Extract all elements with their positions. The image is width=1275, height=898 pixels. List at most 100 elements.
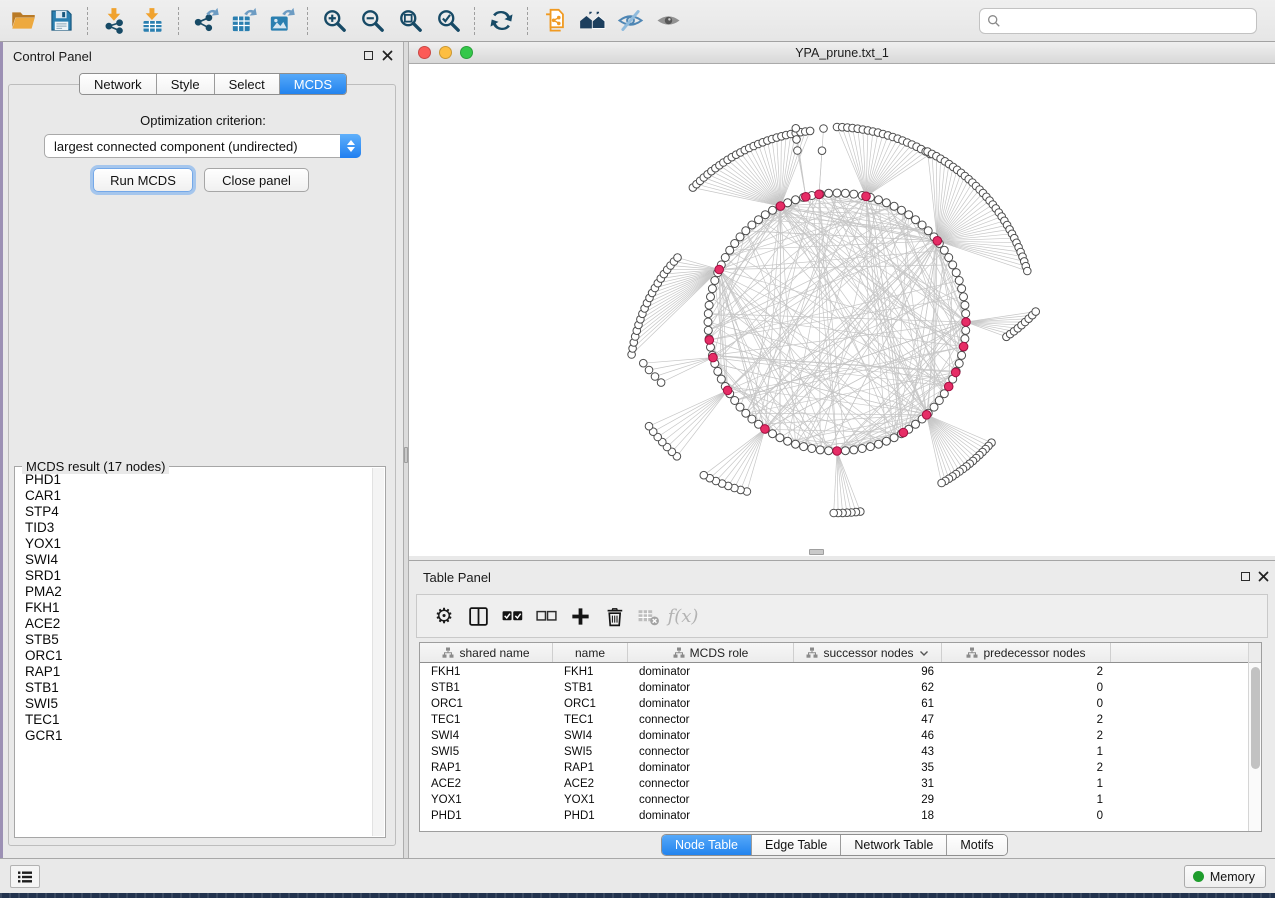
cell-MCDS-role[interactable]: dominator: [628, 760, 794, 776]
search-input[interactable]: [1006, 11, 1249, 31]
cell-name[interactable]: TEC1: [553, 712, 628, 728]
tab-style[interactable]: Style: [157, 74, 215, 94]
save-session-button[interactable]: [42, 3, 80, 39]
table-row[interactable]: ORC1ORC1dominator610: [420, 696, 1248, 712]
zoom-selected-button[interactable]: [429, 3, 467, 39]
cell-predecessor-nodes[interactable]: 1: [942, 792, 1111, 808]
network-window-titlebar[interactable]: YPA_prune.txt_1: [409, 42, 1275, 64]
table-row[interactable]: RAP1RAP1dominator352: [420, 760, 1248, 776]
cell-name[interactable]: SWI5: [553, 744, 628, 760]
cell-predecessor-nodes[interactable]: 0: [942, 680, 1111, 696]
mcds-result-item[interactable]: STB5: [16, 632, 372, 648]
zoom-in-button[interactable]: [315, 3, 353, 39]
cell-successor-nodes[interactable]: 62: [794, 680, 942, 696]
table-row[interactable]: PHD1PHD1dominator180: [420, 808, 1248, 824]
table-row[interactable]: FKH1FKH1dominator962: [420, 664, 1248, 680]
zoom-out-button[interactable]: [353, 3, 391, 39]
mcds-result-item[interactable]: SRD1: [16, 568, 372, 584]
cell-shared-name[interactable]: TEC1: [420, 712, 553, 728]
mcds-result-item[interactable]: FKH1: [16, 600, 372, 616]
column-header-name[interactable]: name: [553, 643, 628, 662]
close-table-panel-icon[interactable]: [1258, 571, 1269, 582]
column-header-MCDS-role[interactable]: MCDS role: [628, 643, 794, 662]
cell-successor-nodes[interactable]: 61: [794, 696, 942, 712]
export-image-button[interactable]: [262, 3, 300, 39]
cell-name[interactable]: ORC1: [553, 696, 628, 712]
cell-predecessor-nodes[interactable]: 0: [942, 696, 1111, 712]
mcds-result-item[interactable]: STP4: [16, 504, 372, 520]
mcds-result-item[interactable]: PHD1: [16, 472, 372, 488]
column-header-shared-name[interactable]: shared name: [420, 643, 553, 662]
cell-predecessor-nodes[interactable]: 2: [942, 760, 1111, 776]
cell-MCDS-role[interactable]: connector: [628, 744, 794, 760]
cell-predecessor-nodes[interactable]: 0: [942, 808, 1111, 824]
cell-successor-nodes[interactable]: 43: [794, 744, 942, 760]
close-panel-button[interactable]: Close panel: [204, 168, 309, 192]
table-row[interactable]: ACE2ACE2connector311: [420, 776, 1248, 792]
mcds-result-item[interactable]: GCR1: [16, 728, 372, 744]
cell-predecessor-nodes[interactable]: 2: [942, 712, 1111, 728]
mcds-result-item[interactable]: YOX1: [16, 536, 372, 552]
cell-shared-name[interactable]: STB1: [420, 680, 553, 696]
share-network-document-button[interactable]: [535, 3, 573, 39]
cell-successor-nodes[interactable]: 35: [794, 760, 942, 776]
tab-network-table[interactable]: Network Table: [841, 835, 947, 855]
horizontal-splitter-handle[interactable]: [809, 549, 824, 555]
open-file-button[interactable]: [4, 3, 42, 39]
mcds-result-item[interactable]: ACE2: [16, 616, 372, 632]
criterion-select[interactable]: largest connected component (undirected): [44, 134, 361, 158]
mcds-result-item[interactable]: CAR1: [16, 488, 372, 504]
column-header-predecessor-nodes[interactable]: predecessor nodes: [942, 643, 1111, 662]
tab-motifs[interactable]: Motifs: [947, 835, 1006, 855]
cell-successor-nodes[interactable]: 47: [794, 712, 942, 728]
cell-name[interactable]: YOX1: [553, 792, 628, 808]
cell-successor-nodes[interactable]: 46: [794, 728, 942, 744]
cell-predecessor-nodes[interactable]: 2: [942, 728, 1111, 744]
cell-name[interactable]: STB1: [553, 680, 628, 696]
tab-node-table[interactable]: Node Table: [662, 835, 752, 855]
network-overview-button[interactable]: [573, 3, 611, 39]
refresh-view-button[interactable]: [482, 3, 520, 39]
tab-select[interactable]: Select: [215, 74, 280, 94]
export-network-button[interactable]: [186, 3, 224, 39]
unselect-all-checkboxes-button[interactable]: [529, 599, 563, 633]
cell-MCDS-role[interactable]: dominator: [628, 664, 794, 680]
table-row[interactable]: STB1STB1dominator620: [420, 680, 1248, 696]
cell-successor-nodes[interactable]: 31: [794, 776, 942, 792]
cell-MCDS-role[interactable]: dominator: [628, 728, 794, 744]
table-settings-gear-button[interactable]: ⚙: [427, 599, 461, 633]
close-panel-icon[interactable]: [382, 50, 393, 61]
cell-name[interactable]: RAP1: [553, 760, 628, 776]
float-table-panel-icon[interactable]: [1241, 572, 1250, 581]
cell-shared-name[interactable]: YOX1: [420, 792, 553, 808]
status-menu-button[interactable]: [10, 865, 40, 888]
cell-shared-name[interactable]: ACE2: [420, 776, 553, 792]
cell-MCDS-role[interactable]: connector: [628, 712, 794, 728]
tab-network[interactable]: Network: [80, 74, 157, 94]
table-row[interactable]: YOX1YOX1connector291: [420, 792, 1248, 808]
mcds-result-item[interactable]: SWI5: [16, 696, 372, 712]
cell-MCDS-role[interactable]: dominator: [628, 808, 794, 824]
mcds-result-item[interactable]: ORC1: [16, 648, 372, 664]
run-mcds-button[interactable]: Run MCDS: [93, 168, 193, 192]
cell-shared-name[interactable]: FKH1: [420, 664, 553, 680]
table-row[interactable]: SWI4SWI4dominator462: [420, 728, 1248, 744]
cell-shared-name[interactable]: PHD1: [420, 808, 553, 824]
tab-edge-table[interactable]: Edge Table: [752, 835, 841, 855]
splitter-handle-icon[interactable]: [404, 447, 408, 463]
cell-MCDS-role[interactable]: dominator: [628, 696, 794, 712]
cell-shared-name[interactable]: SWI5: [420, 744, 553, 760]
import-table-button[interactable]: [133, 3, 171, 39]
cell-predecessor-nodes[interactable]: 1: [942, 776, 1111, 792]
memory-button[interactable]: Memory: [1184, 865, 1266, 888]
cell-predecessor-nodes[interactable]: 1: [942, 744, 1111, 760]
mcds-result-item[interactable]: RAP1: [16, 664, 372, 680]
import-network-button[interactable]: [95, 3, 133, 39]
show-all-button[interactable]: [649, 3, 687, 39]
cell-successor-nodes[interactable]: 29: [794, 792, 942, 808]
mcds-result-scrollbar[interactable]: [372, 468, 384, 836]
table-row[interactable]: TEC1TEC1connector472: [420, 712, 1248, 728]
cell-name[interactable]: ACE2: [553, 776, 628, 792]
column-header-successor-nodes[interactable]: successor nodes: [794, 643, 942, 662]
cell-MCDS-role[interactable]: connector: [628, 776, 794, 792]
